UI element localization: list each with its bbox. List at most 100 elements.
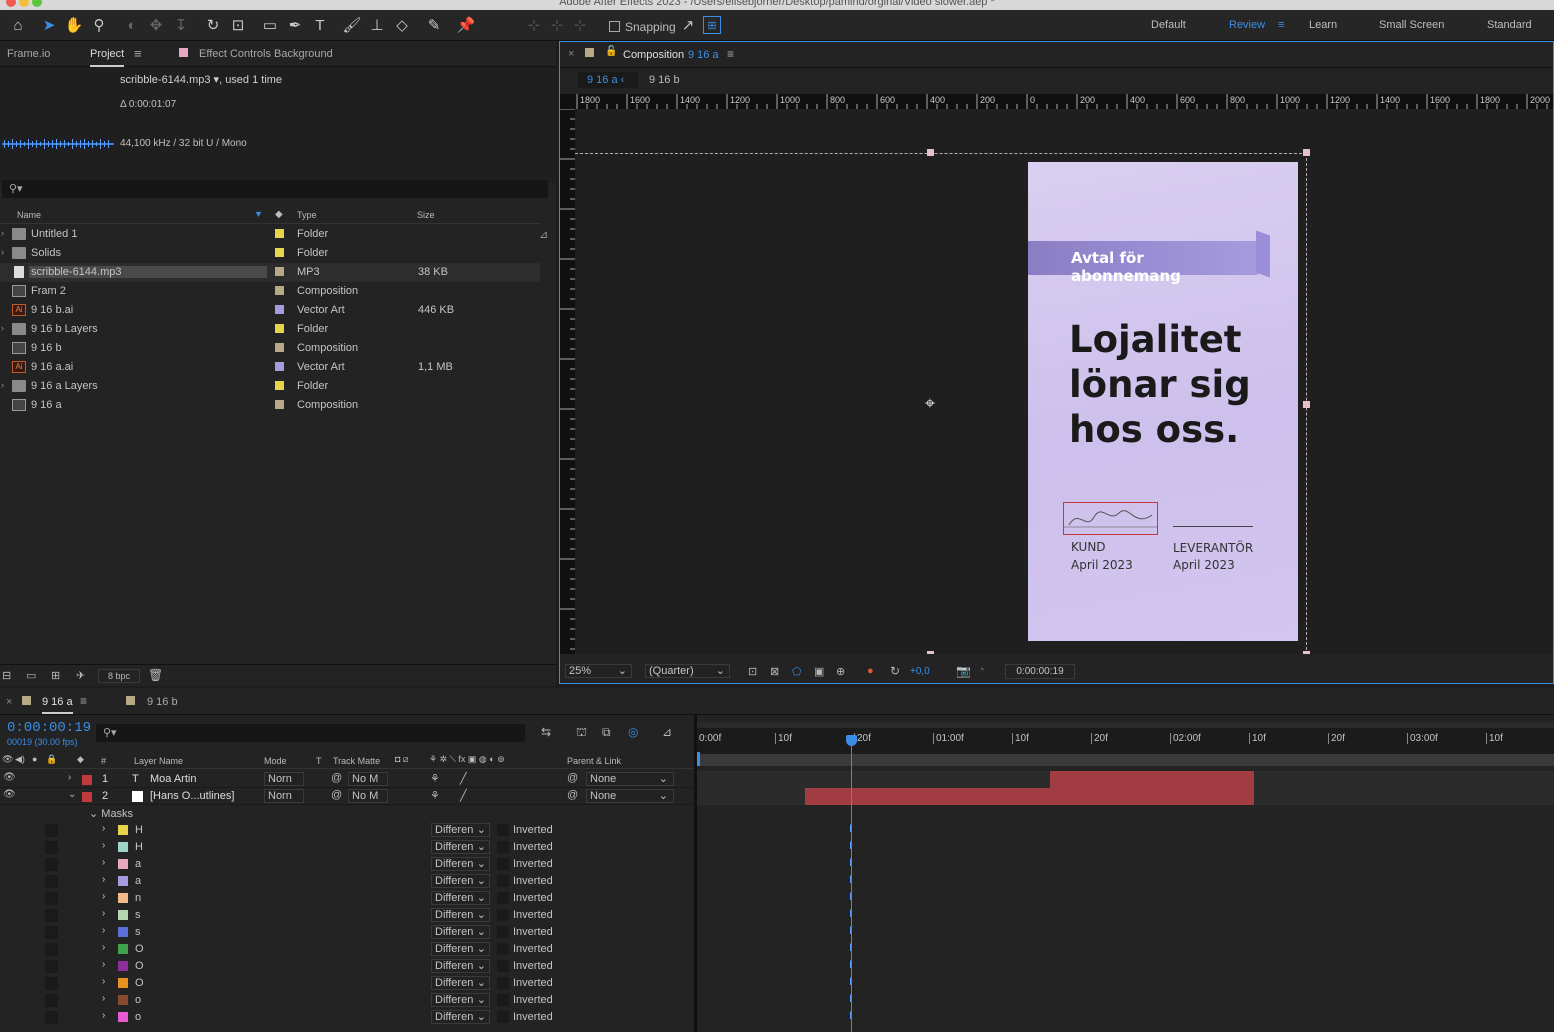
visibility-toggle[interactable] bbox=[45, 994, 58, 1007]
layer-switches-icons[interactable]: ⚘ ✲ ⟍ fx ▣ ◍ ◐ ⊚ bbox=[429, 754, 505, 765]
spiral-link-icon[interactable]: @ bbox=[331, 772, 342, 784]
grid-guides-icon[interactable]: ⊕ bbox=[836, 665, 845, 678]
column-number[interactable]: # bbox=[101, 756, 106, 766]
tab-timeline-9-16-b[interactable]: 9 16 b bbox=[147, 696, 178, 708]
zoom-dropdown[interactable]: 25% ⌄ bbox=[565, 664, 632, 678]
mask-mode-dropdown[interactable]: Differen ⌄ bbox=[431, 942, 490, 956]
chevron-right-icon[interactable]: › bbox=[102, 857, 105, 868]
label-swatch[interactable] bbox=[275, 229, 284, 238]
mask-color-swatch[interactable] bbox=[118, 978, 128, 988]
render-icon[interactable]: ✈ bbox=[76, 669, 85, 682]
chevron-right-icon[interactable]: › bbox=[102, 840, 105, 851]
selection-tool-icon[interactable]: ➤ bbox=[38, 14, 60, 36]
project-bit-depth[interactable]: 8 bpc bbox=[98, 669, 140, 683]
label-swatch[interactable] bbox=[275, 400, 284, 409]
project-item[interactable]: › Solids Folder bbox=[0, 244, 540, 263]
chevron-right-icon[interactable]: › bbox=[1, 228, 4, 238]
audio-icon[interactable]: ◀) bbox=[15, 754, 25, 765]
current-time-display[interactable]: 0:00:00:19 bbox=[1005, 664, 1075, 679]
mask-name[interactable]: s bbox=[135, 909, 141, 921]
current-time-indicator[interactable] bbox=[846, 735, 857, 746]
chevron-right-icon[interactable]: › bbox=[102, 942, 105, 953]
panel-menu-icon[interactable]: ≡ bbox=[727, 47, 734, 61]
new-composition-icon[interactable]: ⊞ bbox=[51, 669, 60, 682]
mask-color-swatch[interactable] bbox=[118, 910, 128, 920]
mask-mode-dropdown[interactable]: Differen ⌄ bbox=[431, 857, 490, 871]
visibility-toggle[interactable] bbox=[45, 841, 58, 854]
mask-color-swatch[interactable] bbox=[118, 995, 128, 1005]
track-matte-dropdown[interactable]: No M bbox=[348, 789, 388, 803]
composition-viewer[interactable]: ⌖ Avtal för abonnemang Lojalitet lönar s… bbox=[575, 109, 1553, 654]
chevron-down-icon[interactable]: ▾ bbox=[211, 74, 220, 86]
mask-name[interactable]: s bbox=[135, 926, 141, 938]
inverted-checkbox[interactable] bbox=[497, 875, 509, 887]
panel-menu-icon[interactable]: ≡ bbox=[80, 694, 87, 708]
inverted-checkbox[interactable] bbox=[497, 960, 509, 972]
home-icon[interactable]: ⌂ bbox=[7, 14, 29, 36]
switches-icons[interactable]: ◘ ⧄ bbox=[395, 754, 409, 765]
eye-icon[interactable]: 👁 bbox=[2, 754, 13, 765]
mask-mode-dropdown[interactable]: Differen ⌄ bbox=[431, 840, 490, 854]
mask-row[interactable]: ›ODifferen⌄InvertedI bbox=[0, 941, 852, 958]
project-item[interactable]: › 9 16 b Layers Folder bbox=[0, 320, 540, 339]
breadcrumb-9-16-b[interactable]: 9 16 b bbox=[649, 74, 680, 86]
chevron-right-icon[interactable]: › bbox=[1, 247, 4, 257]
draft-3d-icon[interactable]: ⛫ bbox=[576, 725, 587, 741]
mask-color-swatch[interactable] bbox=[118, 944, 128, 954]
layer-1-bar[interactable] bbox=[1050, 771, 1254, 788]
mask-mode-dropdown[interactable]: Differen ⌄ bbox=[431, 908, 490, 922]
inverted-checkbox[interactable] bbox=[497, 892, 509, 904]
column-track-matte[interactable]: Track Matte bbox=[333, 756, 380, 766]
layer-row[interactable]: 👁 ⌄ 2 [Hans O...utlines] Norn @ No M ⚘ ╱ @ None ⌄ bbox=[0, 788, 694, 805]
mask-row[interactable]: ›aDifferen⌄InvertedI bbox=[0, 873, 852, 890]
inverted-checkbox[interactable] bbox=[497, 1011, 509, 1023]
label-swatch[interactable] bbox=[275, 248, 284, 257]
snap-to-edges-icon[interactable]: ↗ bbox=[677, 14, 699, 36]
reset-exposure-icon[interactable]: ↻ bbox=[890, 664, 900, 678]
transparency-grid-icon[interactable]: ⊠ bbox=[770, 665, 779, 678]
timeline-search-input[interactable]: ⚲▾ bbox=[96, 724, 525, 742]
mask-mode-dropdown[interactable]: Differen ⌄ bbox=[431, 976, 490, 990]
layer-name[interactable]: [Hans O...utlines] bbox=[150, 790, 234, 802]
mask-name[interactable]: a bbox=[135, 858, 141, 870]
visibility-toggle[interactable] bbox=[45, 960, 58, 973]
tab-effect-controls[interactable]: Effect Controls Background bbox=[199, 48, 333, 60]
chevron-right-icon[interactable]: › bbox=[102, 993, 105, 1004]
label-swatch[interactable] bbox=[275, 343, 284, 352]
workspace-small-screen[interactable]: Small Screen bbox=[1379, 19, 1444, 31]
mask-row[interactable]: ›oDifferen⌄InvertedI bbox=[0, 1009, 852, 1026]
tab-project[interactable]: Project bbox=[90, 48, 125, 67]
layer-row[interactable]: 👁 › 1 T Moa Artin Norn @ No M ⚘ ╱ @ None ⌄ bbox=[0, 771, 694, 788]
hand-tool-icon[interactable]: ✋ bbox=[63, 14, 85, 36]
mask-row[interactable]: ›sDifferen⌄InvertedI bbox=[0, 907, 852, 924]
eye-icon[interactable]: 👁 bbox=[3, 789, 16, 800]
bbox-handle[interactable] bbox=[927, 149, 934, 156]
layer-label-swatch[interactable] bbox=[82, 792, 92, 802]
visibility-toggle[interactable] bbox=[45, 926, 58, 939]
mask-color-swatch[interactable] bbox=[118, 825, 128, 835]
work-area-bar[interactable] bbox=[697, 722, 1554, 728]
chevron-right-icon[interactable]: › bbox=[1, 380, 4, 390]
mask-visibility-icon[interactable]: ⬠ bbox=[792, 665, 802, 678]
column-name[interactable]: Name bbox=[17, 210, 41, 220]
trash-icon[interactable]: 🗑 bbox=[148, 668, 163, 682]
spiral-link-icon[interactable]: @ bbox=[331, 789, 342, 801]
project-item[interactable]: scribble-6144.mp3 MP3 38 KB bbox=[0, 263, 540, 282]
visibility-toggle[interactable] bbox=[45, 875, 58, 888]
visibility-toggle[interactable] bbox=[45, 977, 58, 990]
dolly-camera-icon[interactable]: ↧ bbox=[170, 14, 192, 36]
show-snapshot-icon[interactable]: ◔ bbox=[978, 664, 985, 676]
bbox-handle[interactable] bbox=[927, 651, 934, 654]
mask-name[interactable]: a bbox=[135, 875, 141, 887]
chevron-right-icon[interactable]: › bbox=[68, 772, 71, 783]
label-swatch[interactable] bbox=[275, 305, 284, 314]
inverted-checkbox[interactable] bbox=[497, 994, 509, 1006]
layer-mode-dropdown[interactable]: Norn bbox=[264, 772, 304, 786]
column-parent[interactable]: Parent & Link bbox=[567, 756, 621, 766]
workspace-default[interactable]: Default bbox=[1151, 19, 1186, 31]
mask-color-swatch[interactable] bbox=[118, 876, 128, 886]
type-tool-icon[interactable]: T bbox=[309, 14, 331, 36]
snapping-checkbox[interactable] bbox=[609, 21, 620, 32]
lock-icon[interactable]: 🔒 bbox=[46, 754, 57, 765]
mask-name[interactable]: O bbox=[135, 977, 144, 989]
